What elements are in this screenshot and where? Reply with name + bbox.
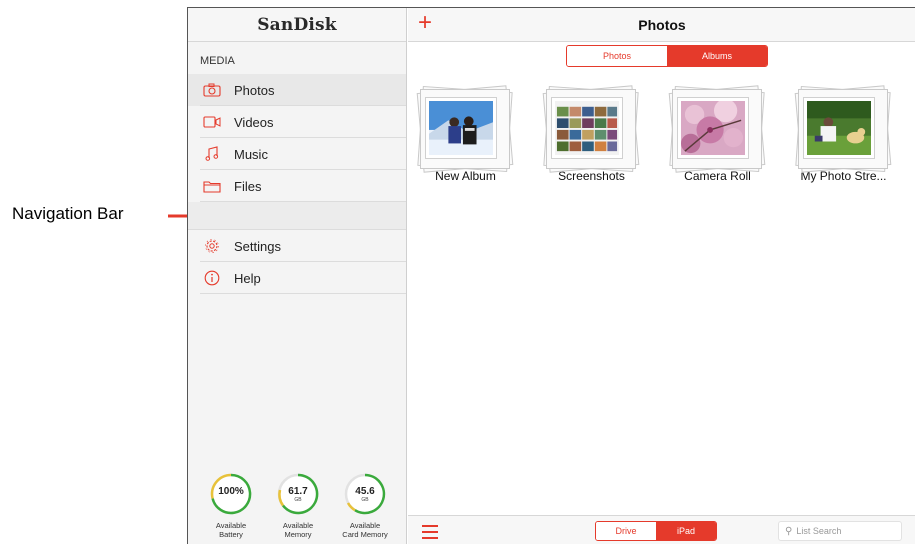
album-thumbnail — [802, 97, 875, 159]
album-stack — [542, 83, 640, 175]
sidebar-item-videos[interactable]: Videos — [188, 106, 406, 138]
sidebar-item-label: Settings — [234, 238, 281, 254]
top-bar: + Photos — [408, 8, 915, 42]
tab-photos[interactable]: Photos — [567, 46, 667, 66]
sidebar-item-music[interactable]: Music — [188, 138, 406, 170]
gauge-label: Available Memory — [268, 521, 328, 539]
album-thumbnail — [676, 97, 749, 159]
gear-icon — [202, 238, 222, 254]
card-memory-gauge: 45.6 GB Available Card Memory — [335, 472, 395, 539]
photo-grid-image — [554, 101, 619, 155]
search-placeholder: List Search — [796, 526, 842, 536]
sidebar-item-label: Videos — [234, 114, 274, 130]
status-gauges: 100% Available Battery 61.7 GB Available M… — [188, 472, 407, 542]
memory-gauge: 61.7 GB Available Memory — [268, 472, 328, 539]
gauge-value: 45.6 — [355, 486, 375, 497]
album-stack — [668, 83, 766, 175]
sidebar-item-files[interactable]: Files — [188, 170, 406, 202]
album-tile[interactable]: My Photo Stre... — [786, 83, 901, 183]
gauge-value: 100% — [218, 486, 244, 497]
gauge-label-line1: Available — [215, 521, 247, 530]
navigation-bar-annotation-label: Navigation Bar — [12, 204, 124, 223]
hamburger-menu-icon[interactable] — [422, 525, 438, 543]
gauge-label-line2: Card Memory — [342, 530, 388, 539]
sidebar-item-help[interactable]: Help — [188, 262, 406, 294]
gauge-unit: GB — [361, 497, 369, 503]
cherry-blossom-image — [680, 99, 745, 155]
gauge-label-line2: Memory — [284, 530, 312, 539]
album-stack — [794, 83, 892, 175]
gauge-label-line2: Battery — [219, 530, 243, 539]
snow-couple-image — [428, 101, 493, 155]
gauge-label-line1: Available — [282, 521, 314, 530]
album-thumbnail — [424, 97, 497, 159]
camera-icon — [202, 82, 222, 98]
battery-gauge: 100% Available Battery — [201, 472, 261, 539]
sandisk-logo: SanDisk — [257, 14, 337, 35]
list-search-input[interactable]: ⚲ List Search — [778, 521, 902, 541]
drive-ipad-toggle: Drive iPad — [595, 521, 717, 541]
media-section-heading: MEDIA — [200, 55, 235, 67]
album-stack — [416, 83, 514, 175]
album-tile[interactable]: Screenshots — [534, 83, 649, 183]
album-tile[interactable]: New Album — [408, 83, 523, 183]
video-icon — [202, 114, 222, 130]
sidebar-header: SanDisk — [188, 8, 406, 42]
main-content: + Photos Photos Albums New Album Screens… — [408, 8, 915, 544]
gauge-label-line1: Available — [349, 521, 381, 530]
tab-drive[interactable]: Drive — [596, 522, 656, 540]
bottom-toolbar: Drive iPad ⚲ List Search — [408, 515, 915, 544]
ipad-app-window: SanDisk MEDIA Photos Videos Music Files — [187, 7, 915, 544]
sidebar-item-photos[interactable]: Photos — [188, 74, 406, 106]
sidebar-item-label: Files — [234, 178, 262, 194]
gauge-label: Available Card Memory — [335, 521, 395, 539]
gauge-unit: GB — [294, 497, 302, 503]
search-icon: ⚲ — [785, 525, 793, 537]
sidebar: SanDisk MEDIA Photos Videos Music Files — [188, 8, 407, 544]
page-title: Photos — [638, 17, 686, 33]
sidebar-divider-gap — [188, 202, 406, 230]
sidebar-item-label: Music — [234, 146, 268, 162]
sidebar-item-label: Photos — [234, 82, 275, 98]
music-note-icon — [202, 146, 222, 162]
photos-albums-toggle: Photos Albums — [566, 45, 768, 67]
sidebar-item-settings[interactable]: Settings — [188, 230, 406, 262]
album-tile[interactable]: Camera Roll — [660, 83, 775, 183]
album-thumbnail — [550, 97, 623, 159]
gauge-value: 61.7 — [288, 486, 308, 497]
dog-park-image — [806, 101, 871, 155]
folder-icon — [202, 178, 222, 194]
info-icon — [202, 270, 222, 286]
sidebar-item-label: Help — [234, 270, 261, 286]
gauge-label: Available Battery — [201, 521, 261, 539]
tab-ipad[interactable]: iPad — [656, 522, 716, 540]
tab-albums[interactable]: Albums — [667, 46, 767, 66]
